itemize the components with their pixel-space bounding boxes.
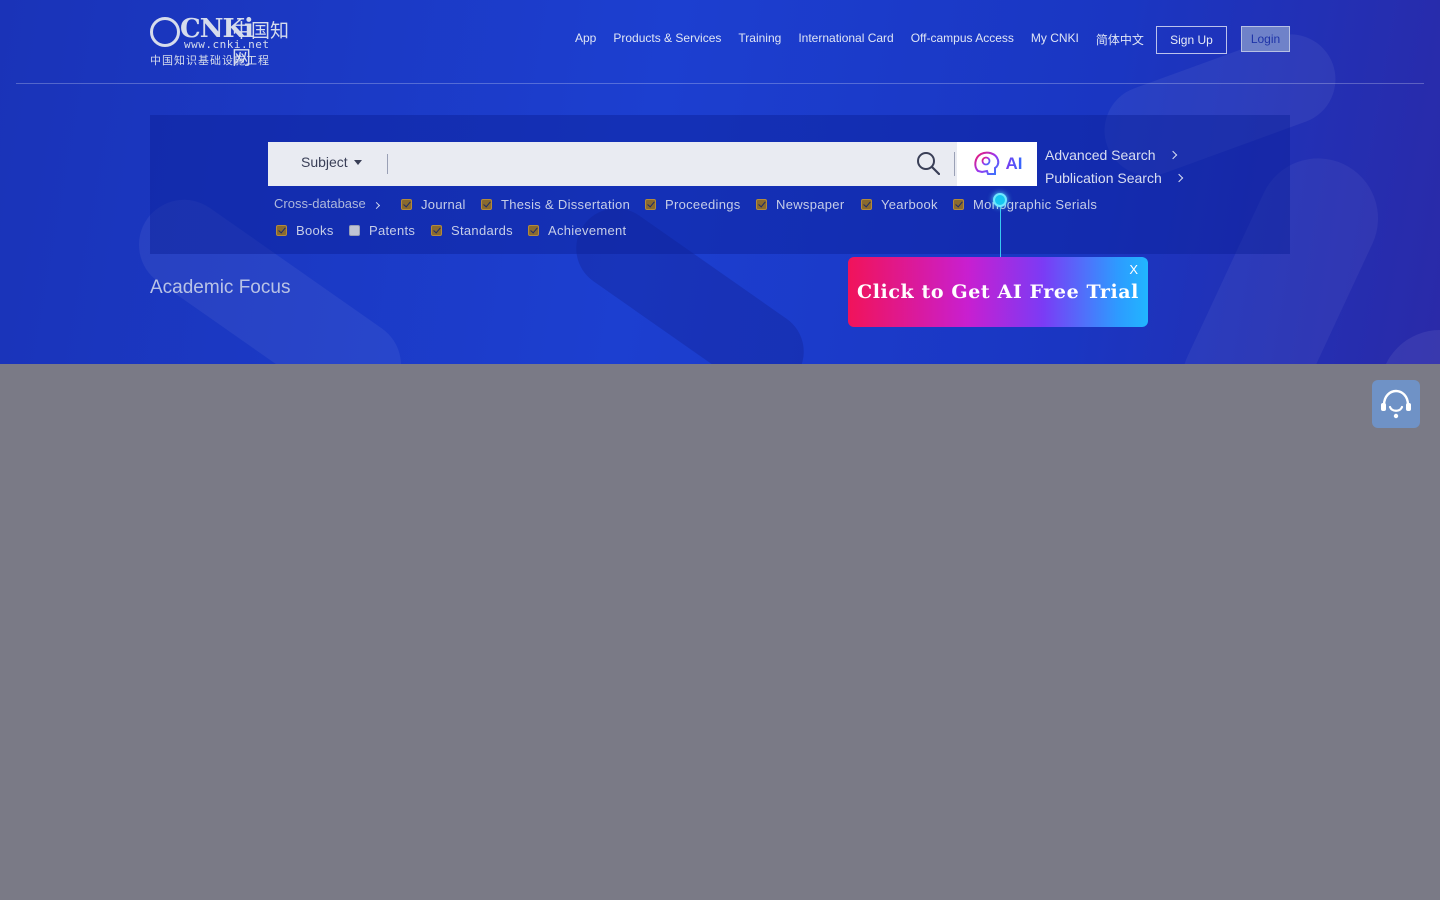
promo-pointer-line: [1000, 207, 1001, 257]
cross-database-link[interactable]: Cross-database: [274, 196, 380, 211]
subject-dropdown[interactable]: Subject: [301, 154, 362, 170]
checkbox-checked-icon[interactable]: [481, 199, 492, 210]
db-checkbox-journal[interactable]: Journal: [401, 197, 466, 212]
db-checkbox-achievement[interactable]: Achievement: [528, 223, 626, 238]
db-checkbox-newspaper[interactable]: Newspaper: [756, 197, 844, 212]
checkbox-checked-icon[interactable]: [431, 225, 442, 236]
academic-focus-heading: Academic Focus: [150, 277, 291, 298]
caret-down-icon: [353, 159, 362, 165]
ai-free-trial-banner[interactable]: Click to Get AI Free Trial X: [848, 257, 1148, 327]
checkbox-checked-icon[interactable]: [645, 199, 656, 210]
nav-language-switch[interactable]: 简体中文: [1096, 31, 1144, 48]
subject-dropdown-label: Subject: [301, 154, 348, 170]
side-search-links: Advanced Search Publication Search: [1045, 143, 1183, 189]
checkbox-checked-icon[interactable]: [953, 199, 964, 210]
advanced-search-link[interactable]: Advanced Search: [1045, 143, 1182, 166]
db-checkbox-thesis[interactable]: Thesis & Dissertation: [481, 197, 630, 212]
nav-international-card[interactable]: International Card: [798, 31, 893, 48]
chevron-right-icon: [372, 201, 380, 209]
top-header: CNKi 中国知网 www.cnki.net 中国知识基础设施工程 App Pr…: [0, 0, 1440, 84]
headset-icon: [1381, 389, 1411, 419]
db-checkbox-proceedings[interactable]: Proceedings: [645, 197, 741, 212]
db-checkbox-label: Newspaper: [776, 197, 845, 212]
main-nav: App Products & Services Training Interna…: [575, 31, 1161, 48]
ai-free-trial-label: Click to Get AI Free Trial: [857, 281, 1139, 303]
publication-search-label: Publication Search: [1045, 169, 1162, 186]
db-checkbox-monographic-serials[interactable]: Monographic Serials: [953, 197, 1097, 212]
checkbox-unchecked-icon[interactable]: [349, 225, 360, 236]
nav-off-campus-access[interactable]: Off-campus Access: [911, 31, 1014, 48]
nav-app[interactable]: App: [575, 31, 596, 48]
logo-tagline: 中国知识基础设施工程: [150, 54, 270, 67]
db-checkbox-patents[interactable]: Patents: [349, 223, 415, 238]
search-input[interactable]: [395, 146, 895, 182]
search-icon[interactable]: [916, 151, 940, 175]
sign-up-button[interactable]: Sign Up: [1156, 26, 1227, 54]
db-checkbox-label: Monographic Serials: [973, 197, 1098, 212]
checkbox-checked-icon[interactable]: [756, 199, 767, 210]
customer-support-button[interactable]: [1372, 380, 1420, 428]
db-checkbox-label: Proceedings: [665, 197, 741, 212]
logo-url: www.cnki.net: [184, 38, 270, 51]
globe-icon: [150, 17, 180, 47]
decoration-shape: [1380, 330, 1440, 364]
header-divider: [16, 83, 1424, 84]
db-checkbox-yearbook[interactable]: Yearbook: [861, 197, 938, 212]
search-divider: [387, 154, 388, 174]
close-icon[interactable]: X: [1129, 262, 1138, 277]
db-checkbox-label: Thesis & Dissertation: [501, 197, 631, 212]
db-checkbox-label: Achievement: [548, 223, 627, 238]
publication-search-link[interactable]: Publication Search: [1045, 166, 1183, 189]
db-checkbox-label: Yearbook: [881, 197, 938, 212]
db-checkbox-label: Journal: [421, 197, 466, 212]
db-checkbox-standards[interactable]: Standards: [431, 223, 513, 238]
ai-label: AI: [1005, 154, 1023, 173]
chevron-right-icon: [1174, 173, 1183, 182]
checkbox-checked-icon[interactable]: [528, 225, 539, 236]
db-checkbox-label: Patents: [369, 223, 416, 238]
checkbox-checked-icon[interactable]: [401, 199, 412, 210]
checkbox-checked-icon[interactable]: [861, 199, 872, 210]
db-checkbox-label: Standards: [451, 223, 513, 238]
cross-database-label: Cross-database: [274, 196, 366, 211]
cnki-logo[interactable]: CNKi 中国知网 www.cnki.net 中国知识基础设施工程: [150, 14, 302, 69]
checkbox-checked-icon[interactable]: [276, 225, 287, 236]
promo-pointer-dot: [993, 193, 1007, 207]
db-checkbox-label: Books: [296, 223, 334, 238]
advanced-search-label: Advanced Search: [1045, 146, 1156, 163]
ai-brain-icon: [973, 151, 999, 175]
login-button[interactable]: Login: [1241, 26, 1290, 52]
search-divider: [954, 152, 955, 176]
nav-my-cnki[interactable]: My CNKI: [1031, 31, 1079, 48]
nav-products-services[interactable]: Products & Services: [613, 31, 721, 48]
ai-search-button[interactable]: AI: [957, 142, 1037, 186]
chevron-right-icon: [1168, 150, 1177, 159]
db-checkbox-books[interactable]: Books: [276, 223, 334, 238]
nav-training[interactable]: Training: [738, 31, 781, 48]
